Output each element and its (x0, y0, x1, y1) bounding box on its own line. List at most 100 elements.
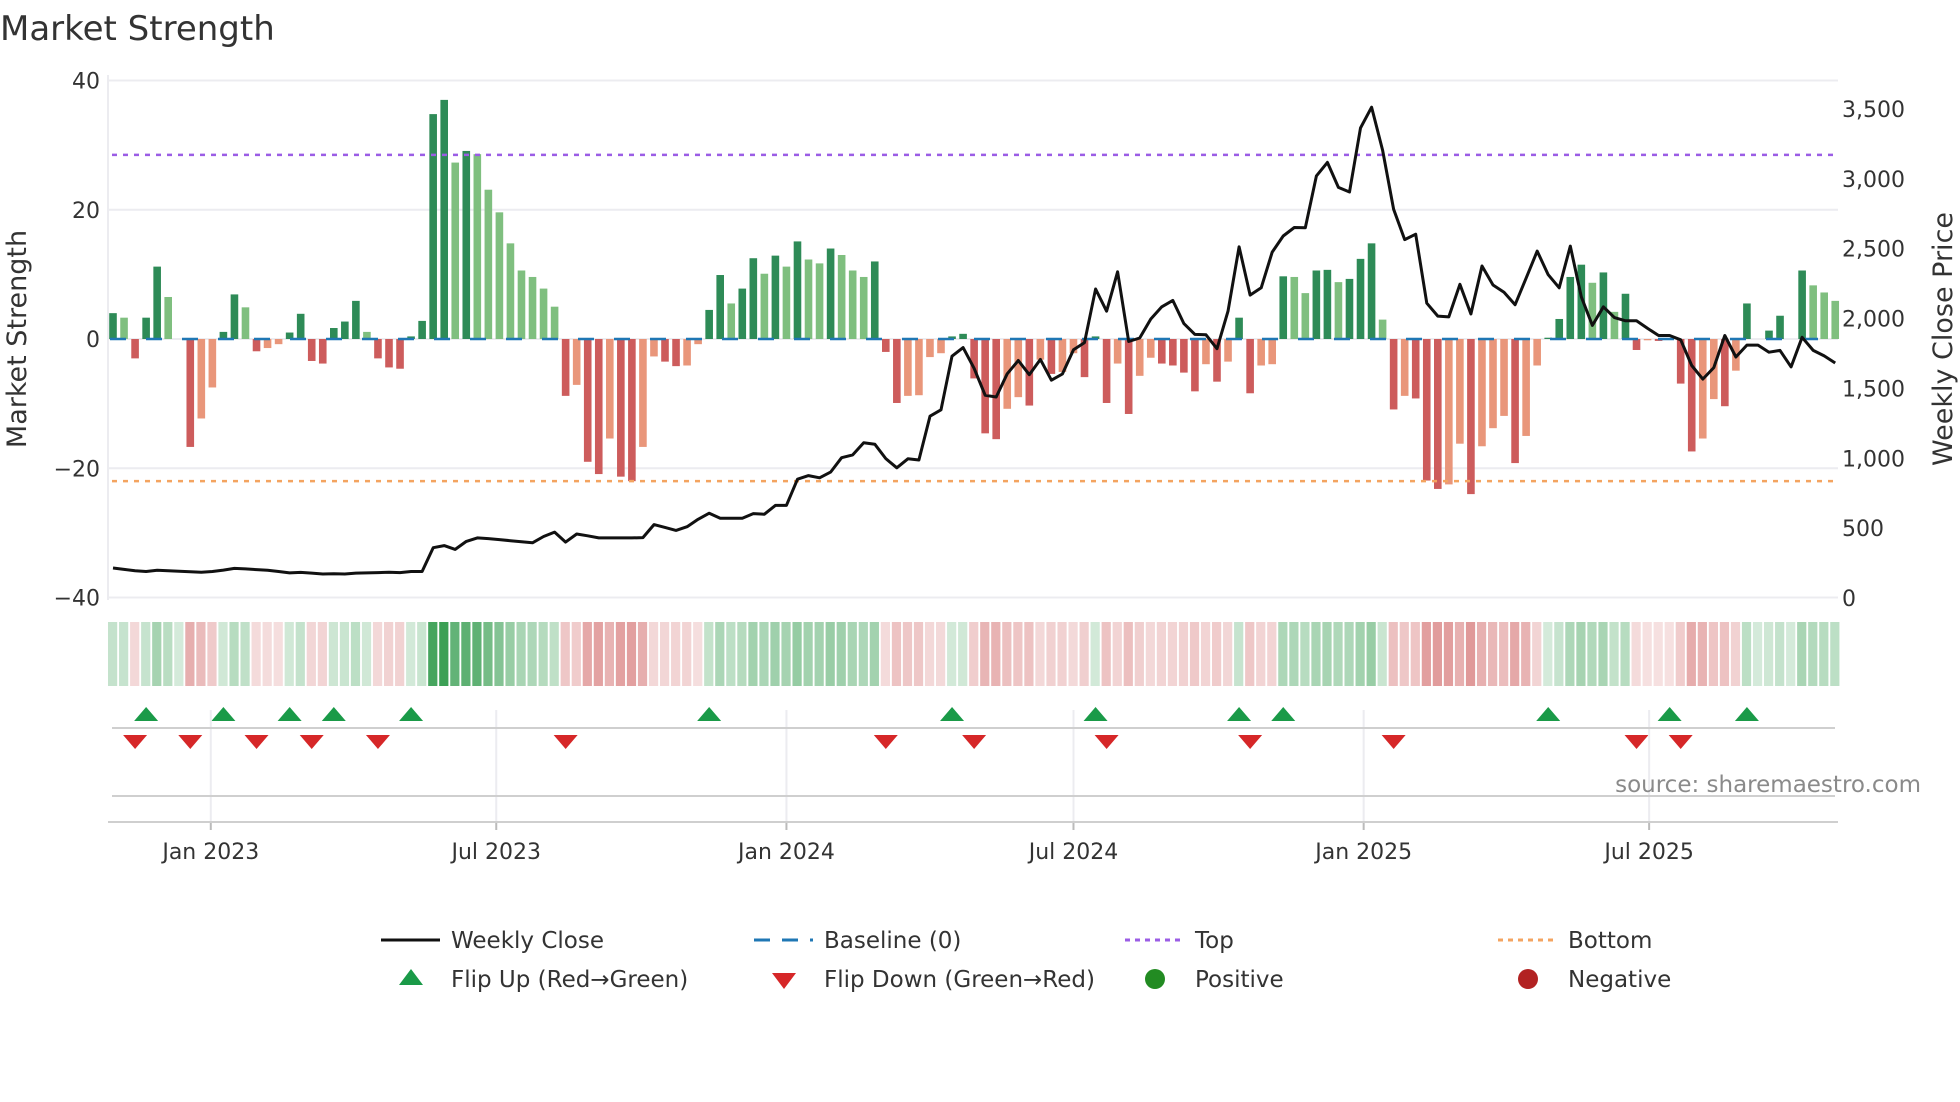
strength-bar (904, 339, 912, 396)
flip-down-marker (244, 735, 269, 749)
legend-weekly-close: Weekly Close (451, 928, 604, 954)
x-tick-label: Jan 2023 (160, 840, 259, 865)
strip-cell (715, 622, 725, 686)
strength-bar (1345, 278, 1354, 339)
strip-cell (1421, 622, 1431, 686)
strength-bar (893, 339, 901, 403)
strip-cell (130, 622, 140, 686)
strip-cell (726, 622, 736, 686)
strength-bar (1776, 315, 1784, 339)
strength-bar (760, 273, 769, 339)
strip-cell (737, 622, 747, 686)
strength-bar (617, 339, 625, 477)
strip-cell (384, 622, 394, 686)
strip-cell (229, 622, 239, 686)
right-axis-ticks: 0 500 1,000 1,500 2,000 2,500 3,000 3,500 (1842, 98, 1905, 612)
flip-down-marker (1381, 735, 1406, 749)
strip-cell (1178, 622, 1189, 686)
strip-cell (1189, 622, 1200, 686)
strip-cell (869, 622, 879, 686)
strength-bar (683, 339, 691, 366)
strength-bar (1036, 339, 1045, 360)
strip-cell (339, 622, 350, 686)
strip-cell (1499, 622, 1509, 686)
y2-tick-label: 0 (1842, 587, 1856, 612)
strip-cell (1510, 622, 1520, 686)
strip-cell (1576, 622, 1586, 686)
strength-bar (1445, 339, 1453, 485)
flip-up-marker (321, 707, 346, 721)
strength-bar (1235, 317, 1243, 339)
strength-bar (1191, 339, 1199, 392)
strip-cell (1598, 622, 1608, 686)
strip-cell (1377, 622, 1387, 686)
strip-cell (880, 622, 890, 686)
strip-cell (1554, 622, 1564, 686)
strength-bar (1588, 282, 1597, 339)
flip-up-marker (940, 707, 965, 721)
strip-cell (1532, 622, 1542, 686)
strip-cell (825, 622, 835, 686)
x-tick-label: Jul 2024 (1027, 840, 1119, 865)
strip-cell (461, 622, 471, 686)
strength-bar (1389, 339, 1398, 410)
y2-tick-label: 2,000 (1842, 308, 1905, 333)
legend-bottom: Bottom (1568, 928, 1652, 954)
flip-down-marker (178, 735, 203, 749)
strip-cell (218, 622, 228, 686)
strength-bar (153, 266, 161, 339)
strength-bar (1014, 339, 1023, 398)
flip-down-marker (123, 735, 148, 749)
strip-cell (1112, 622, 1122, 686)
strip-cell (1145, 622, 1155, 686)
strip-cell (1046, 622, 1056, 686)
strength-bar (826, 248, 835, 339)
strength-bar (208, 339, 217, 388)
legend-negative: Negative (1568, 967, 1671, 993)
strength-bar (274, 339, 283, 345)
chart-title: Market Strength (0, 9, 275, 49)
legend-baseline: Baseline (0) (824, 928, 961, 954)
flip-up-marker (1227, 707, 1252, 721)
strip-cell (1642, 622, 1652, 686)
strength-bar (1489, 339, 1497, 429)
strip-cell (516, 622, 526, 686)
strength-bar (230, 294, 239, 339)
strength-bar (1555, 318, 1564, 339)
strength-bar (341, 321, 349, 339)
strength-bar (1533, 339, 1541, 366)
x-tick-label: Jul 2025 (1602, 840, 1694, 865)
strip-cell (582, 622, 592, 686)
strip-cell (1156, 622, 1166, 686)
strip-cell (770, 622, 780, 686)
strip-cell (494, 622, 504, 686)
strip-cell (262, 622, 272, 686)
flip-up-marker (1734, 707, 1759, 721)
strength-bar (1334, 282, 1343, 339)
strength-bar (1831, 300, 1840, 339)
strip-cell (295, 622, 305, 686)
strip-cell (1090, 622, 1100, 686)
strength-heat-strip (108, 622, 1840, 686)
strength-bar (374, 339, 382, 359)
strength-bar (1301, 293, 1310, 339)
strip-cell (781, 622, 791, 686)
strength-bar (837, 254, 846, 339)
strip-cell (108, 622, 118, 686)
strength-bar (109, 313, 117, 339)
y-tick-label: 0 (86, 328, 100, 353)
strength-bar (1047, 339, 1056, 374)
strength-bar (197, 339, 206, 419)
strip-cell (119, 622, 129, 686)
y-tick-label: −20 (54, 457, 100, 482)
triangle-up-icon (399, 969, 423, 985)
strip-cell (240, 622, 250, 686)
left-axis-ticks: 40 20 0 −20 −40 (54, 70, 100, 612)
flip-up-marker (1271, 707, 1296, 721)
strip-cell (1543, 622, 1553, 686)
legend-flip-up: Flip Up (Red→Green) (451, 967, 688, 993)
strength-bar (1367, 243, 1376, 339)
y2-tick-label: 2,500 (1842, 238, 1905, 263)
flip-up-marker (399, 707, 424, 721)
strip-cell (1234, 622, 1244, 686)
